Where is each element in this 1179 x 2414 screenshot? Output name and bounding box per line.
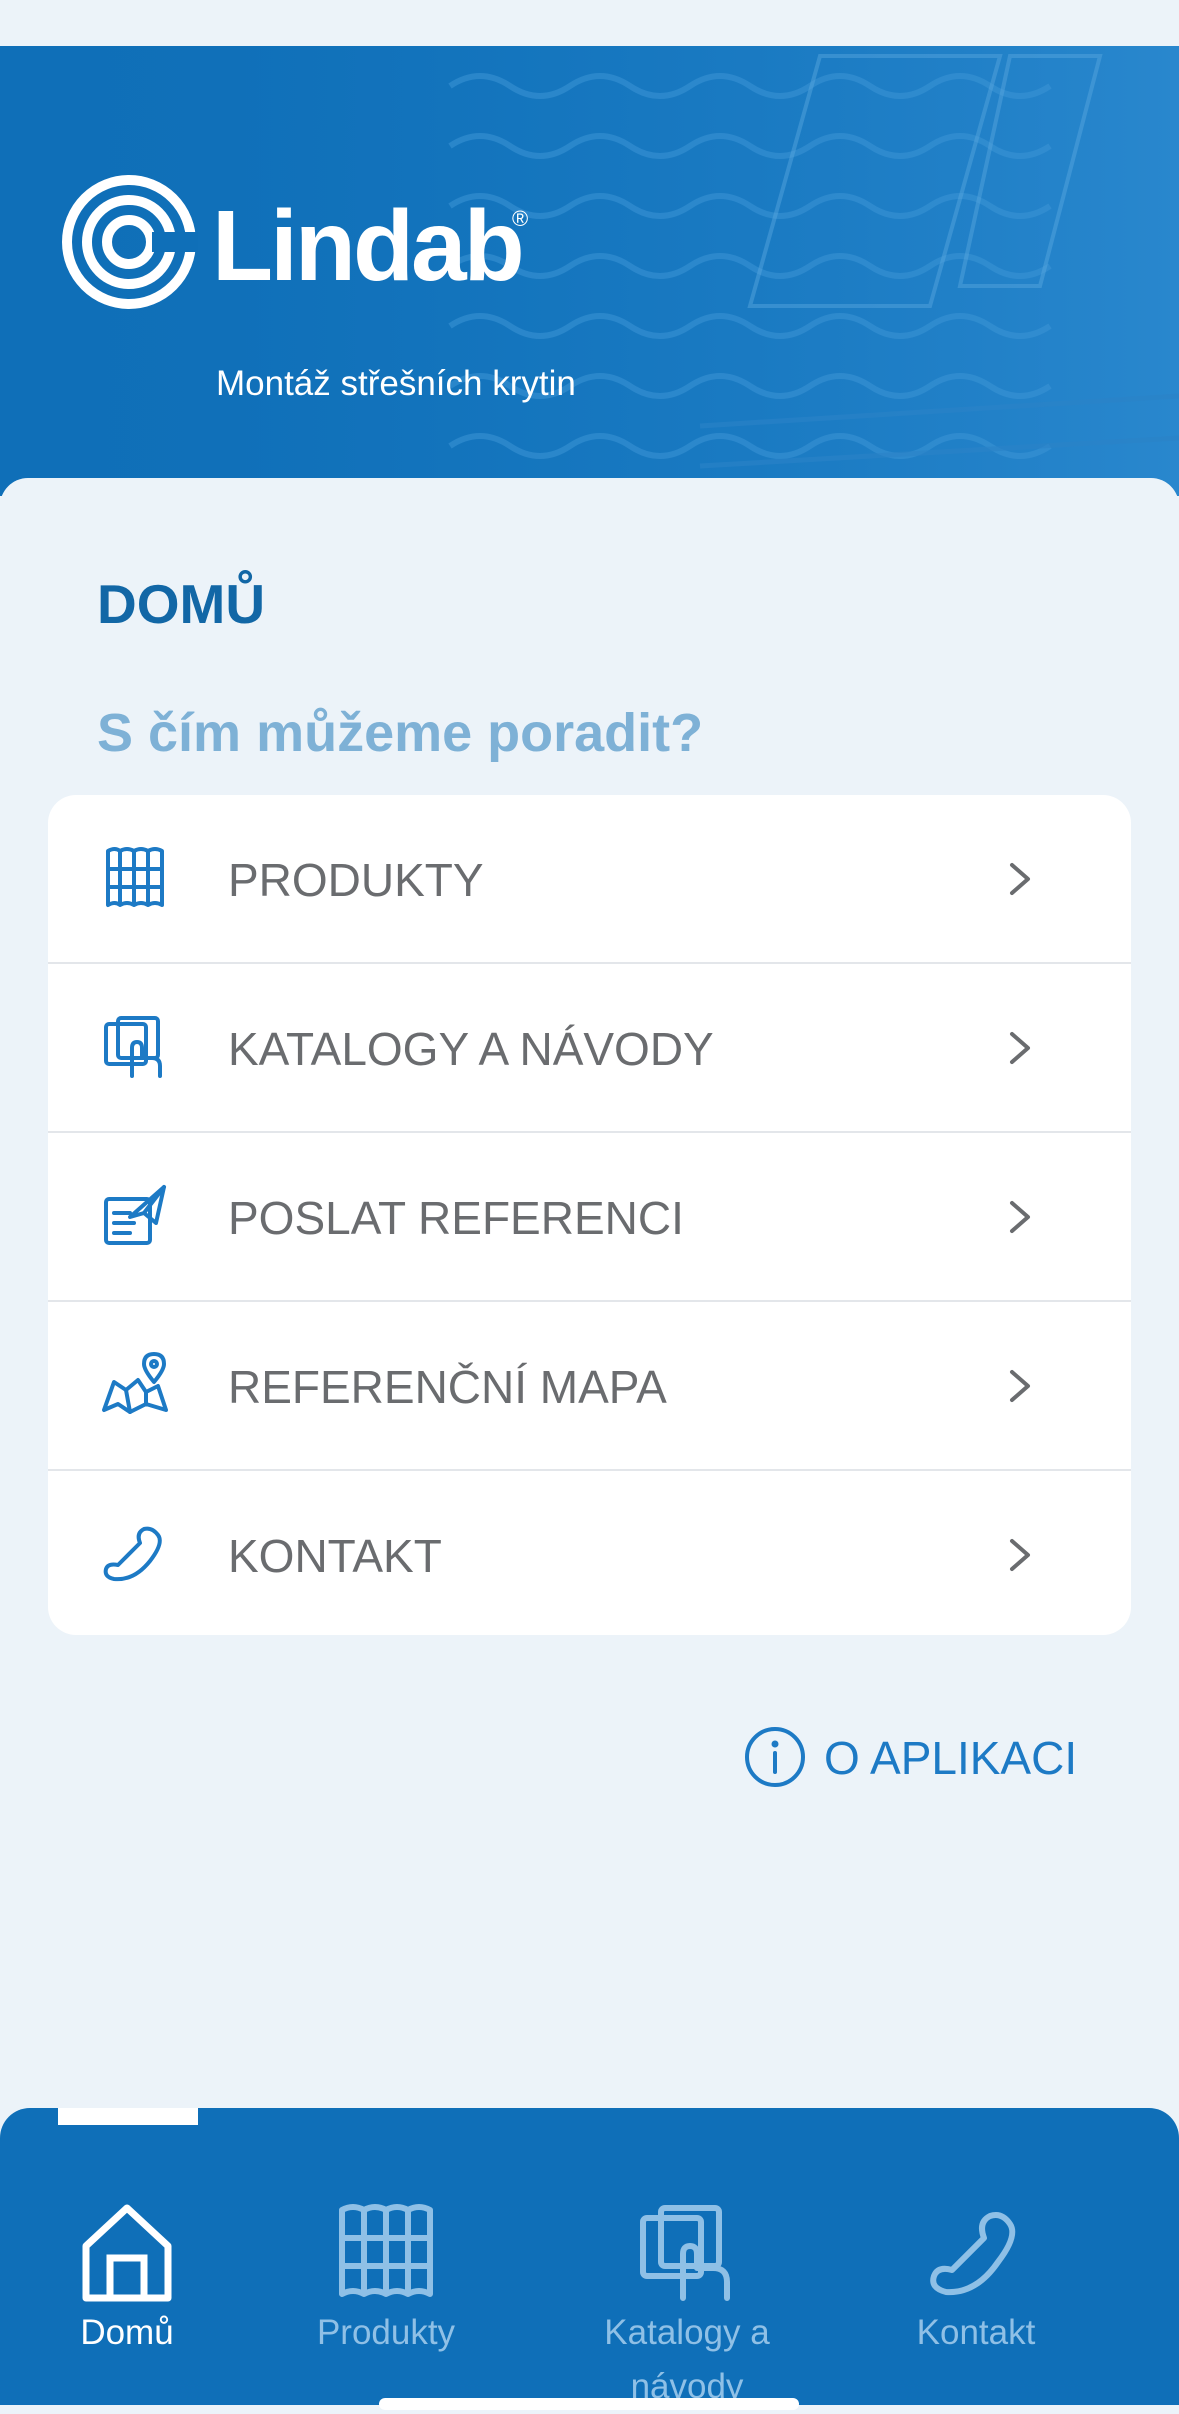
chevron-right-icon	[1010, 1370, 1030, 1402]
catalog-hand-icon	[640, 2205, 730, 2301]
tab-label: Kontakt	[916, 2313, 1036, 2352]
tab-label: Produkty	[316, 2313, 456, 2352]
chevron-right-icon	[1010, 1032, 1030, 1064]
about-app-label: O APLIKACI	[824, 1732, 1078, 1784]
roof-panel-icon	[339, 2204, 433, 2297]
app-subtitle: Montáž střešních krytin	[216, 364, 576, 403]
active-tab-indicator	[58, 2108, 198, 2125]
catalog-hand-icon	[104, 1016, 162, 1078]
tab-domu[interactable]: Domů	[48, 2190, 206, 2405]
menu-item-label: REFERENČNÍ MAPA	[228, 1361, 667, 1413]
registered-mark: ®	[512, 206, 529, 231]
menu-item-produkty[interactable]: PRODUKTY	[48, 795, 1131, 964]
home-indicator	[379, 2398, 799, 2410]
menu-item-label: POSLAT REFERENCI	[228, 1192, 684, 1244]
menu-item-kontakt[interactable]: KONTAKT	[48, 1471, 1131, 1635]
main-menu: PRODUKTY KATALOGY A NÁVODY POSLAT REFERE…	[48, 795, 1131, 1635]
info-icon	[745, 1727, 805, 1787]
tab-produkty[interactable]: Produkty	[296, 2190, 476, 2405]
chevron-right-icon	[1010, 1539, 1030, 1571]
chevron-right-icon	[1010, 1201, 1030, 1233]
menu-item-katalogy[interactable]: KATALOGY A NÁVODY	[48, 964, 1131, 1133]
lindab-logo-icon	[62, 175, 198, 309]
page-title: DOMŮ	[97, 573, 266, 635]
home-icon	[82, 2204, 172, 2302]
menu-item-label: KATALOGY A NÁVODY	[228, 1023, 714, 1075]
menu-item-label: PRODUKTY	[228, 854, 484, 906]
send-reference-icon	[104, 1185, 166, 1245]
status-bar	[0, 0, 1179, 46]
tab-katalogy[interactable]: Katalogy a návody	[580, 2190, 794, 2406]
menu-item-referencni-mapa[interactable]: REFERENČNÍ MAPA	[48, 1302, 1131, 1471]
phone-icon	[103, 1526, 162, 1582]
chevron-right-icon	[1010, 863, 1030, 895]
map-pin-icon	[102, 1352, 168, 1414]
page-question: S čím můžeme poradit?	[97, 703, 704, 763]
phone-icon	[930, 2212, 1016, 2296]
brand-name: Lindab	[212, 190, 525, 302]
menu-item-label: KONTAKT	[228, 1530, 442, 1582]
header-banner: Lindab ® Montáž střešních krytin	[0, 46, 1179, 496]
tab-label: Domů	[80, 2313, 174, 2352]
menu-item-poslat-referenci[interactable]: POSLAT REFERENCI	[48, 1133, 1131, 1302]
roof-panel-icon	[106, 847, 164, 907]
tab-kontakt[interactable]: Kontakt	[896, 2190, 1056, 2405]
